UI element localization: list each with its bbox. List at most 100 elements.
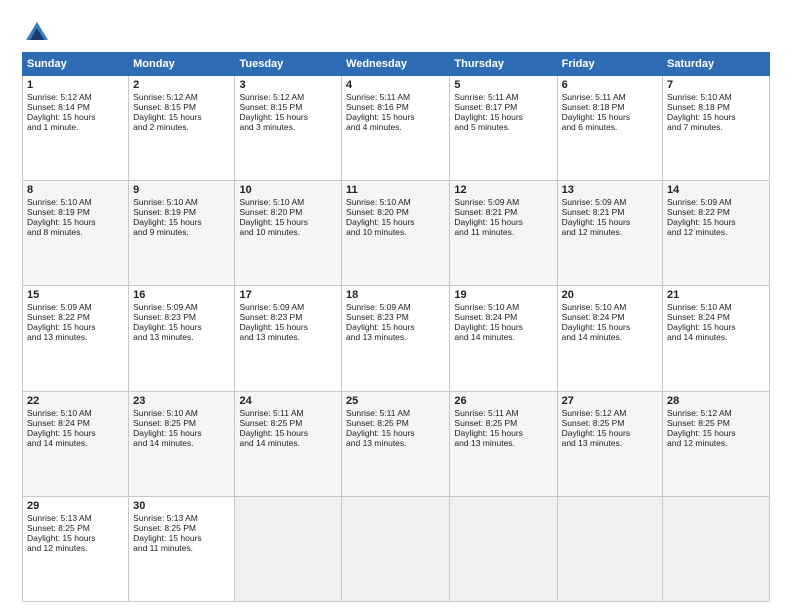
day-number: 14 (667, 184, 765, 196)
day-info-line: Sunrise: 5:10 AM (239, 197, 337, 207)
day-number: 19 (454, 289, 552, 301)
calendar-cell: 2Sunrise: 5:12 AMSunset: 8:15 PMDaylight… (129, 76, 235, 181)
calendar-day-header: Friday (557, 53, 662, 76)
calendar-day-header: Saturday (663, 53, 770, 76)
day-number: 26 (454, 395, 552, 407)
day-number: 29 (27, 500, 124, 512)
logo-area (22, 18, 56, 48)
day-info-line: Sunrise: 5:13 AM (133, 513, 230, 523)
day-info-line: Daylight: 15 hours (133, 322, 230, 332)
day-info-line: Sunrise: 5:11 AM (239, 408, 337, 418)
calendar-cell: 21Sunrise: 5:10 AMSunset: 8:24 PMDayligh… (663, 286, 770, 391)
calendar-cell: 22Sunrise: 5:10 AMSunset: 8:24 PMDayligh… (23, 391, 129, 496)
day-info-line: and 13 minutes. (346, 438, 445, 448)
calendar-cell: 4Sunrise: 5:11 AMSunset: 8:16 PMDaylight… (342, 76, 450, 181)
day-info-line: Sunrise: 5:10 AM (454, 302, 552, 312)
day-info-line: and 11 minutes. (133, 543, 230, 553)
day-number: 1 (27, 79, 124, 91)
calendar-cell: 3Sunrise: 5:12 AMSunset: 8:15 PMDaylight… (235, 76, 342, 181)
day-number: 7 (667, 79, 765, 91)
day-info-line: Sunrise: 5:11 AM (346, 408, 445, 418)
day-number: 2 (133, 79, 230, 91)
day-info-line: Sunset: 8:25 PM (133, 418, 230, 428)
day-info-line: Sunset: 8:23 PM (133, 312, 230, 322)
day-info-line: and 13 minutes. (133, 332, 230, 342)
calendar-day-header: Sunday (23, 53, 129, 76)
day-info-line: Sunset: 8:25 PM (562, 418, 658, 428)
calendar-cell: 5Sunrise: 5:11 AMSunset: 8:17 PMDaylight… (450, 76, 557, 181)
calendar-cell: 30Sunrise: 5:13 AMSunset: 8:25 PMDayligh… (129, 496, 235, 601)
calendar-day-header: Monday (129, 53, 235, 76)
day-info-line: Daylight: 15 hours (454, 112, 552, 122)
header (22, 18, 770, 48)
day-info-line: Sunrise: 5:10 AM (27, 197, 124, 207)
day-number: 16 (133, 289, 230, 301)
day-info-line: Sunset: 8:19 PM (133, 207, 230, 217)
day-info-line: Sunrise: 5:10 AM (27, 408, 124, 418)
day-info-line: Sunrise: 5:09 AM (239, 302, 337, 312)
day-number: 13 (562, 184, 658, 196)
calendar-day-header: Wednesday (342, 53, 450, 76)
day-info-line: Sunrise: 5:11 AM (454, 408, 552, 418)
day-info-line: and 5 minutes. (454, 122, 552, 132)
day-info-line: and 12 minutes. (667, 438, 765, 448)
calendar-cell: 10Sunrise: 5:10 AMSunset: 8:20 PMDayligh… (235, 181, 342, 286)
calendar-cell: 13Sunrise: 5:09 AMSunset: 8:21 PMDayligh… (557, 181, 662, 286)
day-info-line: Sunrise: 5:12 AM (27, 92, 124, 102)
calendar-cell: 19Sunrise: 5:10 AMSunset: 8:24 PMDayligh… (450, 286, 557, 391)
day-info-line: and 9 minutes. (133, 227, 230, 237)
day-info-line: Sunrise: 5:11 AM (562, 92, 658, 102)
day-info-line: Daylight: 15 hours (239, 217, 337, 227)
day-info-line: Daylight: 15 hours (562, 112, 658, 122)
day-info-line: Sunset: 8:16 PM (346, 102, 445, 112)
day-info-line: Sunset: 8:15 PM (239, 102, 337, 112)
logo-icon (22, 18, 52, 48)
day-info-line: Daylight: 15 hours (667, 428, 765, 438)
day-info-line: Sunset: 8:22 PM (27, 312, 124, 322)
calendar-week-row: 22Sunrise: 5:10 AMSunset: 8:24 PMDayligh… (23, 391, 770, 496)
calendar-header-row: SundayMondayTuesdayWednesdayThursdayFrid… (23, 53, 770, 76)
calendar: SundayMondayTuesdayWednesdayThursdayFrid… (22, 52, 770, 602)
day-info-line: Sunset: 8:24 PM (27, 418, 124, 428)
day-info-line: Daylight: 15 hours (667, 112, 765, 122)
day-info-line: and 14 minutes. (454, 332, 552, 342)
day-info-line: and 2 minutes. (133, 122, 230, 132)
day-info-line: Daylight: 15 hours (133, 112, 230, 122)
day-info-line: and 14 minutes. (133, 438, 230, 448)
calendar-cell: 8Sunrise: 5:10 AMSunset: 8:19 PMDaylight… (23, 181, 129, 286)
day-info-line: Sunset: 8:18 PM (667, 102, 765, 112)
day-number: 4 (346, 79, 445, 91)
day-info-line: and 4 minutes. (346, 122, 445, 132)
day-info-line: Sunset: 8:24 PM (667, 312, 765, 322)
day-info-line: Daylight: 15 hours (133, 533, 230, 543)
calendar-cell: 15Sunrise: 5:09 AMSunset: 8:22 PMDayligh… (23, 286, 129, 391)
calendar-cell: 11Sunrise: 5:10 AMSunset: 8:20 PMDayligh… (342, 181, 450, 286)
day-info-line: Sunset: 8:25 PM (239, 418, 337, 428)
day-number: 3 (239, 79, 337, 91)
calendar-cell: 6Sunrise: 5:11 AMSunset: 8:18 PMDaylight… (557, 76, 662, 181)
calendar-cell (235, 496, 342, 601)
day-info-line: and 12 minutes. (27, 543, 124, 553)
day-info-line: Sunrise: 5:09 AM (133, 302, 230, 312)
day-info-line: Daylight: 15 hours (667, 217, 765, 227)
day-info-line: Sunset: 8:24 PM (454, 312, 552, 322)
day-info-line: Sunset: 8:21 PM (562, 207, 658, 217)
day-info-line: and 14 minutes. (239, 438, 337, 448)
day-info-line: Sunset: 8:25 PM (346, 418, 445, 428)
day-info-line: and 11 minutes. (454, 227, 552, 237)
calendar-cell: 14Sunrise: 5:09 AMSunset: 8:22 PMDayligh… (663, 181, 770, 286)
day-info-line: Sunset: 8:18 PM (562, 102, 658, 112)
day-info-line: Sunset: 8:23 PM (239, 312, 337, 322)
day-number: 25 (346, 395, 445, 407)
day-info-line: Sunset: 8:19 PM (27, 207, 124, 217)
day-info-line: Sunrise: 5:12 AM (667, 408, 765, 418)
day-number: 18 (346, 289, 445, 301)
day-info-line: Sunset: 8:17 PM (454, 102, 552, 112)
day-number: 21 (667, 289, 765, 301)
day-info-line: Daylight: 15 hours (133, 217, 230, 227)
calendar-cell: 28Sunrise: 5:12 AMSunset: 8:25 PMDayligh… (663, 391, 770, 496)
calendar-cell (663, 496, 770, 601)
day-number: 15 (27, 289, 124, 301)
day-info-line: Daylight: 15 hours (27, 112, 124, 122)
day-number: 27 (562, 395, 658, 407)
